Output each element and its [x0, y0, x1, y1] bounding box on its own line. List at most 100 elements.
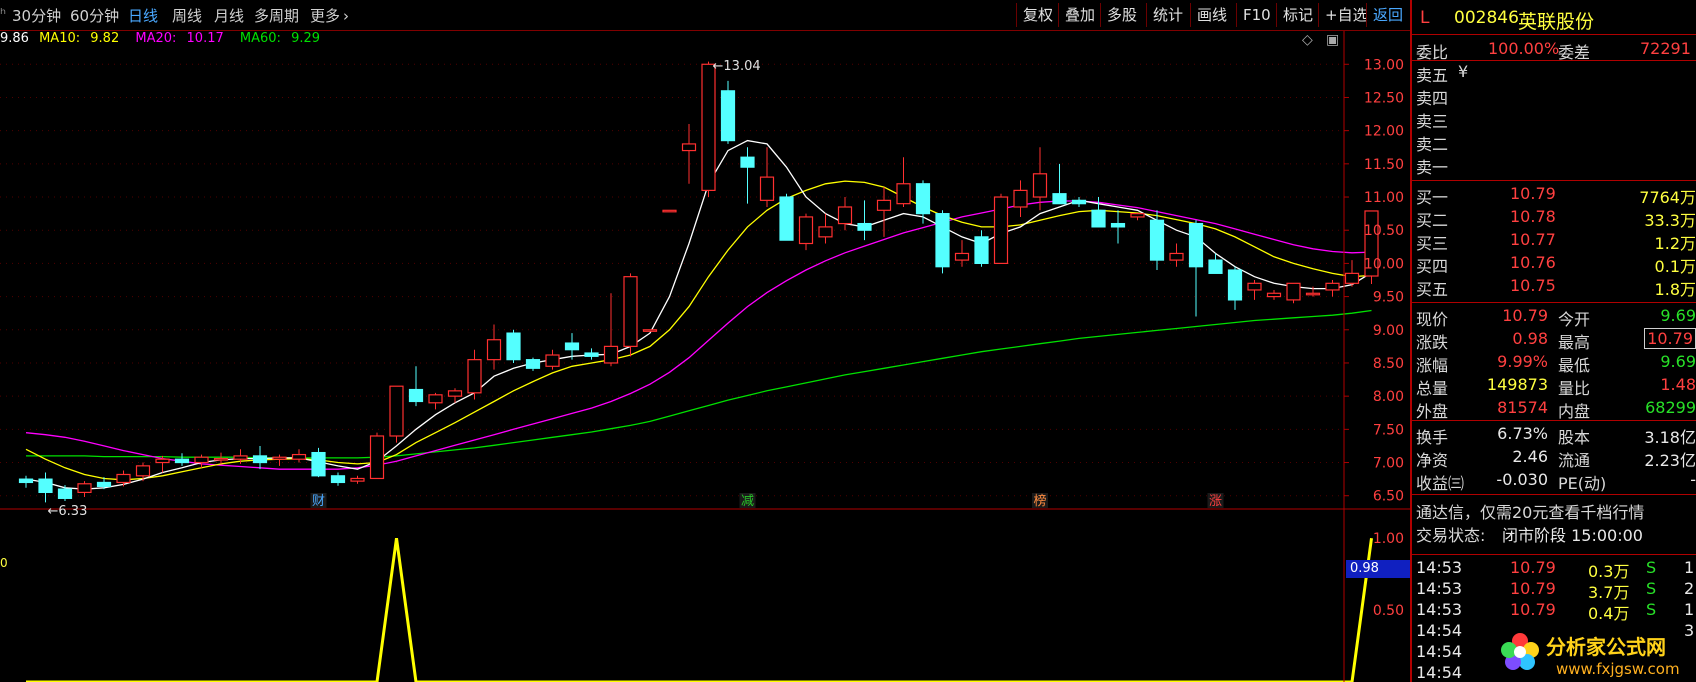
- candle-body: [623, 276, 638, 347]
- candle: [330, 472, 346, 486]
- weibi-value: 100.00%: [1488, 39, 1560, 58]
- stock-name[interactable]: 英联股份: [1518, 7, 1594, 34]
- event-marker[interactable]: 财: [312, 494, 325, 509]
- candle-body: [1286, 282, 1301, 301]
- mark-button[interactable]: 标记: [1276, 3, 1319, 27]
- candle-body: [174, 458, 190, 464]
- back-button[interactable]: 返回: [1366, 3, 1409, 27]
- candle: [291, 449, 307, 463]
- arrow-icon: ←: [712, 58, 724, 74]
- candle-body: [116, 473, 131, 484]
- ask-level-row[interactable]: 卖四: [1412, 83, 1696, 108]
- tick-price: 10.79: [1510, 600, 1556, 619]
- period-tab-60min[interactable]: 60分钟: [70, 5, 119, 26]
- candle: [1266, 289, 1282, 300]
- tick-count: 1: [1684, 558, 1695, 577]
- quote-value: 0.98: [1512, 329, 1548, 348]
- tick-side: S: [1646, 558, 1657, 577]
- candle-body: [1305, 292, 1321, 296]
- candle-body: [720, 90, 736, 142]
- fundamental-row: 换手 6.73% 股本 3.18亿: [1412, 422, 1696, 447]
- candle-body: [1188, 222, 1204, 268]
- kline-chart[interactable]: 13.00 12.50 12.00 11.50 11.00 10.50 10.00 9.50 9…: [0, 31, 1410, 682]
- stock-header: L 002846 英联股份: [1412, 4, 1696, 34]
- y-tick-label: 9.00: [1373, 323, 1404, 339]
- candle-body: [447, 390, 463, 397]
- candle: [1032, 147, 1048, 211]
- tick-price: 10.79: [1510, 558, 1556, 577]
- candle: [701, 61, 716, 198]
- y-tick-label: 11.00: [1364, 190, 1404, 206]
- overlay-button[interactable]: 叠加: [1058, 3, 1101, 27]
- y-tick-label: 9.50: [1373, 290, 1404, 306]
- y-tick-label: 8.50: [1373, 356, 1404, 372]
- bid-level-row[interactable]: 买二 10.78 33.3万: [1412, 205, 1696, 230]
- ask-level-row[interactable]: 卖一: [1412, 152, 1696, 177]
- high-price-value: 13.04: [723, 58, 761, 74]
- flower-logo-icon: [1501, 633, 1539, 670]
- tick-count: 1: [1684, 600, 1695, 619]
- candle: [525, 357, 541, 371]
- event-marker[interactable]: 榜: [1033, 493, 1046, 509]
- candle-body: [272, 456, 287, 460]
- quote-value: 9.69: [1660, 352, 1696, 371]
- quote-value: 81574: [1497, 398, 1548, 417]
- period-tab-daily[interactable]: 日线: [128, 5, 158, 26]
- candle-body: [681, 143, 697, 152]
- period-tab-30min[interactable]: 30分钟: [12, 5, 61, 26]
- candle-body: [896, 183, 911, 205]
- statistics-button[interactable]: 统计: [1146, 3, 1189, 27]
- trade-status-row: 交易状态: 闭市阶段 15:00:00: [1412, 520, 1696, 545]
- candle-body: [603, 345, 619, 364]
- candle: [623, 273, 638, 357]
- y-tick-label: 10.00: [1364, 256, 1404, 272]
- tick-row: 14:53 10.79 3.7万 S 2: [1412, 577, 1696, 602]
- candle-body: [486, 339, 502, 361]
- candle: [798, 213, 814, 251]
- y-tick-label: 13.00: [1364, 57, 1404, 73]
- multi-stock-button[interactable]: 多股: [1100, 3, 1143, 27]
- candle-body: [837, 206, 853, 225]
- bid-level-row[interactable]: 买五 10.75 1.8万: [1412, 274, 1696, 299]
- more-label: 更多: [310, 7, 341, 25]
- event-marker[interactable]: 减: [741, 494, 754, 509]
- ma-lines: [25, 139, 1372, 490]
- candle: [954, 240, 970, 267]
- bid-level-row[interactable]: 买三 10.77 1.2万: [1412, 228, 1696, 253]
- period-tab-monthly[interactable]: 月线: [214, 5, 244, 26]
- candle: [740, 147, 755, 204]
- candle: [896, 157, 911, 207]
- bid-level-row[interactable]: 买四 10.76 0.1万: [1412, 251, 1696, 276]
- f10-button[interactable]: F10: [1236, 3, 1277, 27]
- candle: [389, 385, 404, 443]
- candle-body: [1344, 272, 1360, 284]
- candle-body: [194, 456, 209, 464]
- status-label: 交易状态:: [1416, 526, 1486, 545]
- period-tab-more[interactable]: 更多 ›: [310, 5, 349, 26]
- stock-code[interactable]: 002846: [1454, 8, 1519, 28]
- fuquan-button[interactable]: 复权: [1016, 3, 1059, 27]
- ask-level-row[interactable]: 卖三: [1412, 106, 1696, 131]
- ask-level-row[interactable]: 卖五 ¥: [1412, 60, 1696, 85]
- candle-body: [1013, 189, 1028, 208]
- candle-body: [311, 451, 326, 477]
- bid-level-label: 买五: [1416, 280, 1449, 299]
- ask-level-row[interactable]: 卖二: [1412, 129, 1696, 154]
- candle-body: [233, 455, 248, 460]
- candle-body: [584, 352, 599, 357]
- bid-level-row[interactable]: 买一 10.79 7764万: [1412, 182, 1696, 207]
- event-marker[interactable]: 涨: [1209, 494, 1222, 509]
- period-tab-multi[interactable]: 多周期: [254, 5, 299, 26]
- ma60-line: [26, 309, 1372, 459]
- promo-row[interactable]: 通达信，仅需20元查看千档行情: [1412, 497, 1696, 522]
- quote-value: 9.99%: [1497, 352, 1548, 371]
- candle: [1344, 260, 1360, 287]
- draw-line-button[interactable]: 画线: [1190, 3, 1233, 27]
- candle: [408, 366, 424, 407]
- candle: [662, 209, 677, 213]
- candle: [1227, 266, 1243, 310]
- candle-body: [642, 329, 658, 332]
- candle-body: [993, 196, 1009, 265]
- period-tab-weekly[interactable]: 周线: [172, 5, 202, 26]
- fund-label: 收益㈢: [1416, 474, 1465, 493]
